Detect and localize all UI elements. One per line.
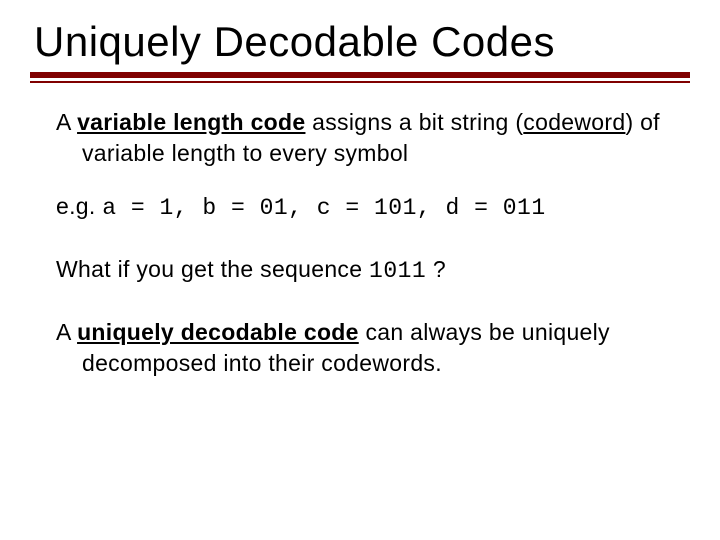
slide-body: A variable length code assigns a bit str…	[0, 83, 720, 379]
code-assignments: a = 1, b = 01, c = 101, d = 011	[102, 195, 545, 221]
text: e.g.	[56, 193, 102, 219]
code-sequence: 1011	[369, 258, 426, 284]
text: A	[56, 109, 77, 135]
term-uniquely-decodable-code: uniquely decodable code	[77, 319, 359, 345]
term-codeword: codeword	[523, 109, 625, 135]
slide: Uniquely Decodable Codes A variable leng…	[0, 0, 720, 540]
paragraph-udc: A uniquely decodable code can always be …	[56, 317, 670, 379]
term-variable-length-code: variable length code	[77, 109, 305, 135]
paragraph-definition: A variable length code assigns a bit str…	[56, 107, 670, 169]
paragraph-question: What if you get the sequence 1011 ?	[56, 254, 670, 287]
rule-thick	[30, 72, 690, 78]
paragraph-example: e.g. a = 1, b = 01, c = 101, d = 011	[56, 191, 670, 224]
text: A	[56, 319, 77, 345]
text: What if you get the sequence	[56, 256, 369, 282]
text: assigns a bit string (	[305, 109, 523, 135]
title-rule	[30, 72, 690, 83]
text: ?	[426, 256, 446, 282]
slide-title: Uniquely Decodable Codes	[0, 18, 720, 72]
